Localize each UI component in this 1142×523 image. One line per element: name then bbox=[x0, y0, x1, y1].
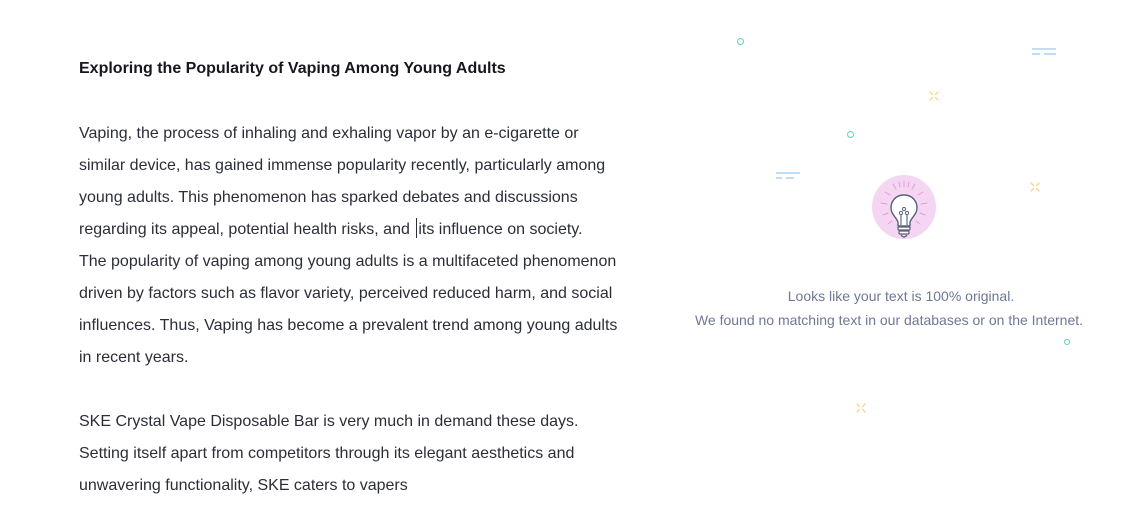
confetti-ring-icon bbox=[737, 38, 744, 45]
confetti-spark-icon bbox=[856, 403, 866, 413]
paragraph-3[interactable]: SKE Crystal Vape Disposable Bar is very … bbox=[79, 406, 619, 502]
document-title[interactable]: Exploring the Popularity of Vaping Among… bbox=[79, 54, 619, 84]
result-panel: Looks like your text is 100% original. W… bbox=[660, 0, 1142, 523]
lightbulb-icon bbox=[871, 173, 937, 249]
text-editor[interactable]: Exploring the Popularity of Vaping Among… bbox=[79, 54, 619, 502]
confetti-spark-icon bbox=[1030, 182, 1040, 192]
paragraph-2[interactable]: The popularity of vaping among young adu… bbox=[79, 246, 619, 374]
confetti-spark-icon bbox=[929, 91, 939, 101]
paragraph-1[interactable]: Vaping, the process of inhaling and exha… bbox=[79, 118, 619, 246]
confetti-ring-icon bbox=[1064, 339, 1070, 345]
confetti-dash-icon bbox=[776, 172, 800, 179]
no-match-message: We found no matching text in our databas… bbox=[694, 312, 1084, 328]
confetti-ring-icon bbox=[847, 131, 854, 138]
confetti-dash-icon bbox=[1032, 48, 1056, 55]
paragraph-1-text-end[interactable]: its influence on society. bbox=[418, 221, 582, 238]
plagiarism-checker-view: Exploring the Popularity of Vaping Among… bbox=[0, 0, 1142, 523]
originality-message: Looks like your text is 100% original. bbox=[787, 288, 1015, 304]
